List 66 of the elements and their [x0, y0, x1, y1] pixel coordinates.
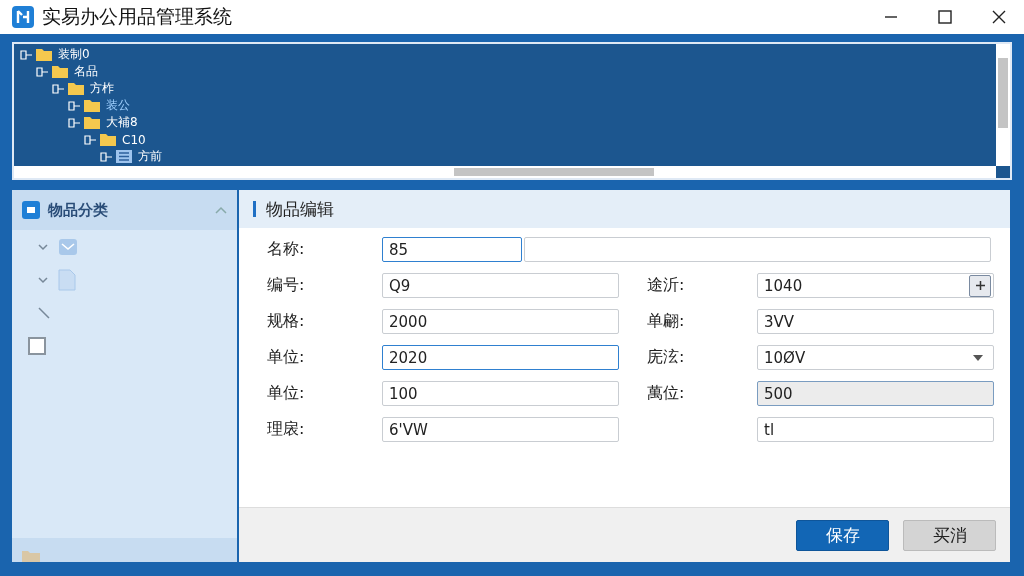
- tree-connector-icon: [36, 66, 48, 77]
- input-field[interactable]: [524, 237, 991, 262]
- input-field[interactable]: 3VV: [757, 309, 994, 334]
- app-logo-icon: [12, 6, 34, 28]
- category-icon: [22, 201, 40, 219]
- field-label: 庑泫:: [647, 347, 686, 368]
- tree-item[interactable]: C10: [120, 132, 148, 147]
- list-icon: [116, 150, 132, 163]
- tree-item[interactable]: 装制0: [56, 46, 92, 63]
- folder-icon: [22, 550, 40, 562]
- input-field[interactable]: 10ØV: [757, 345, 994, 370]
- input-field[interactable]: 100: [382, 381, 619, 406]
- tree-connector-icon: [68, 100, 80, 111]
- field-label: 编号:: [267, 275, 306, 296]
- action-button[interactable]: 保存: [796, 519, 889, 551]
- dropdown-arrow-icon[interactable]: [973, 354, 983, 361]
- input-field[interactable]: 2020: [382, 345, 619, 370]
- field-label: 萬位:: [647, 383, 686, 404]
- folder-icon: [100, 133, 116, 146]
- field-label: 单位:: [267, 383, 306, 404]
- input-field[interactable]: tl: [757, 417, 994, 442]
- tree-item[interactable]: 方前: [136, 148, 164, 165]
- field-label: 单翩:: [647, 311, 686, 332]
- input-field[interactable]: 2000: [382, 309, 619, 334]
- field-label: 途沂:: [647, 275, 686, 296]
- tree-item[interactable]: 名品: [72, 63, 100, 80]
- editor-title: 物品编辑: [266, 197, 334, 221]
- vertical-scrollbar[interactable]: [996, 44, 1010, 166]
- field-label: 理扆:: [267, 419, 306, 440]
- tree-item[interactable]: 装公: [104, 97, 132, 114]
- checkbox[interactable]: [28, 336, 46, 355]
- envelope-icon: [58, 236, 78, 257]
- maximize-icon[interactable]: [938, 10, 952, 24]
- close-icon[interactable]: [992, 10, 1006, 24]
- input-field[interactable]: 6'VW: [382, 417, 619, 442]
- folder-icon: [84, 99, 100, 112]
- collapse-caret-icon[interactable]: [215, 206, 227, 214]
- input-field[interactable]: Q9: [382, 273, 619, 298]
- window-title: 实易办公用品管理系统: [42, 4, 232, 29]
- tree-item[interactable]: 大補8: [104, 114, 140, 131]
- add-button[interactable]: [969, 274, 991, 297]
- folder-icon: [52, 65, 68, 78]
- tree-connector-icon: [84, 134, 96, 145]
- input-field[interactable]: 85: [382, 237, 522, 262]
- tree-connector-icon: [52, 83, 64, 94]
- folder-icon: [84, 116, 100, 129]
- plus-icon: [975, 281, 985, 290]
- folder-icon: [36, 48, 52, 61]
- sidebar-title: 物品分类: [48, 200, 108, 220]
- document-icon: [58, 268, 76, 291]
- action-button[interactable]: 买消: [903, 519, 996, 551]
- folder-icon: [68, 82, 84, 95]
- sidebar-header[interactable]: 物品分类: [12, 190, 237, 230]
- field-label: 名称:: [267, 239, 306, 260]
- field-label: 规格:: [267, 311, 306, 332]
- input-field[interactable]: 500: [757, 381, 994, 406]
- field-label: 单位:: [267, 347, 306, 368]
- chevron-down-icon[interactable]: [38, 242, 48, 251]
- tree-item[interactable]: 方柞: [88, 80, 116, 97]
- pen-icon: [38, 306, 50, 319]
- tree-connector-icon: [20, 49, 32, 60]
- chevron-down-icon[interactable]: [38, 275, 48, 284]
- input-field[interactable]: 1040: [757, 273, 994, 298]
- horizontal-scrollbar[interactable]: [14, 166, 996, 178]
- tree-connector-icon: [100, 151, 112, 162]
- tree-connector-icon: [68, 117, 80, 128]
